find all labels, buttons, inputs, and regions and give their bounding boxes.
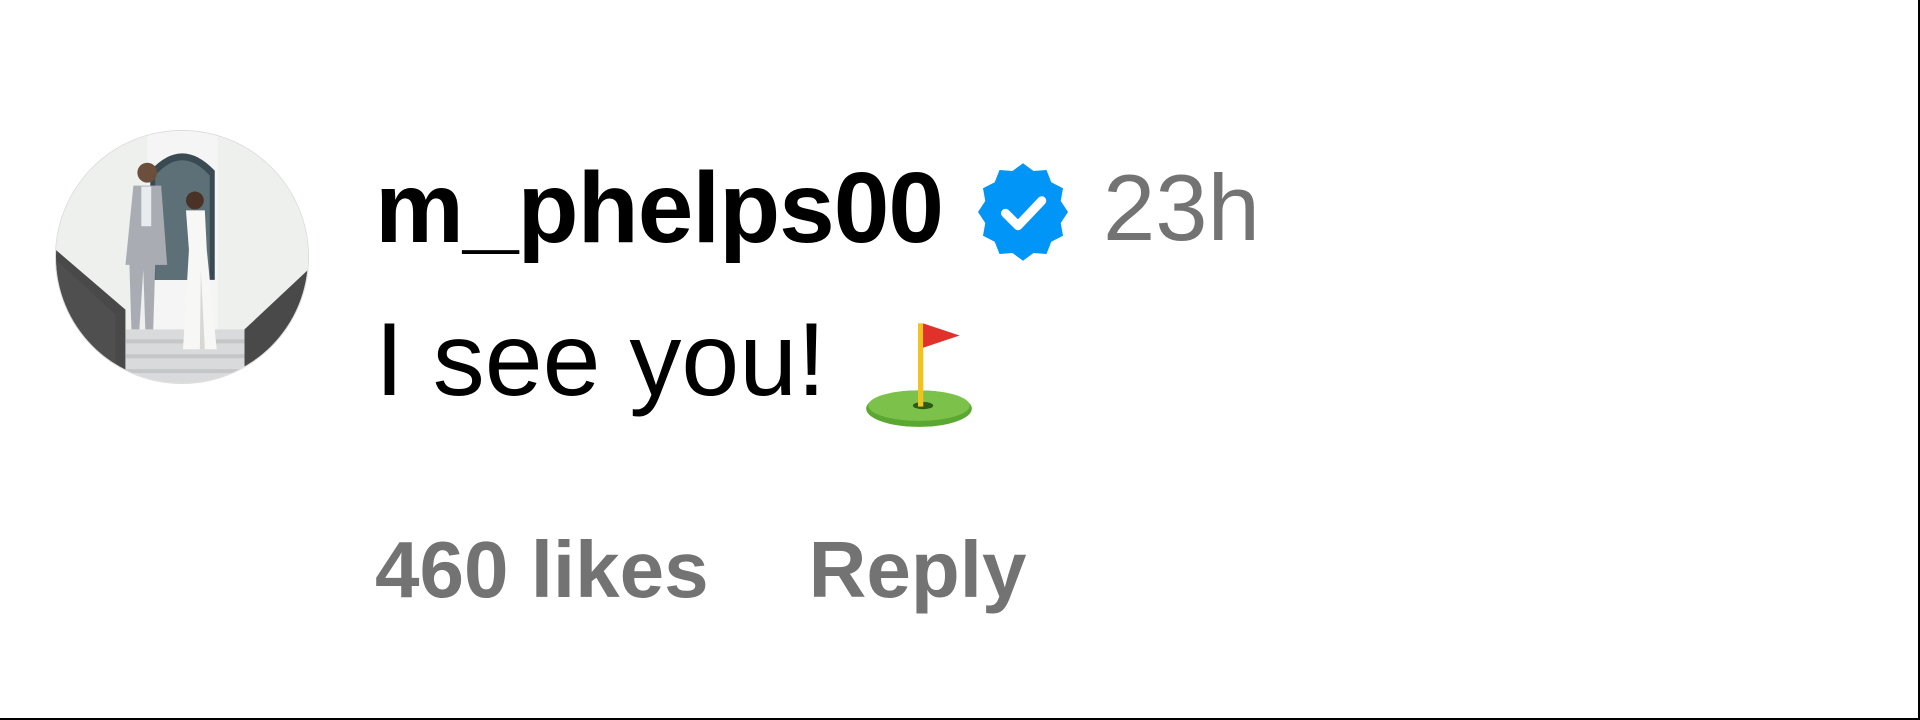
- avatar-photo: [56, 131, 308, 383]
- comment-body: I see you!: [375, 301, 826, 418]
- timestamp[interactable]: 23h: [1103, 154, 1260, 262]
- comment-header: m_phelps00 23h: [375, 148, 1260, 268]
- likes-count-button[interactable]: 460 likes: [375, 524, 709, 616]
- reply-button[interactable]: Reply: [809, 524, 1027, 616]
- comment-frame: m_phelps00 23h I see you! 460 likes Repl…: [0, 0, 1920, 720]
- comment-actions: 460 likes Reply: [375, 515, 1027, 625]
- comment-item: m_phelps00 23h I see you! 460 likes Repl…: [0, 0, 1918, 718]
- flag-in-hole-emoji-icon: [854, 303, 984, 433]
- username-link[interactable]: m_phelps00: [375, 151, 944, 266]
- verified-badge-icon: [973, 162, 1073, 262]
- avatar[interactable]: [55, 130, 309, 384]
- comment-text-row: I see you!: [375, 300, 984, 427]
